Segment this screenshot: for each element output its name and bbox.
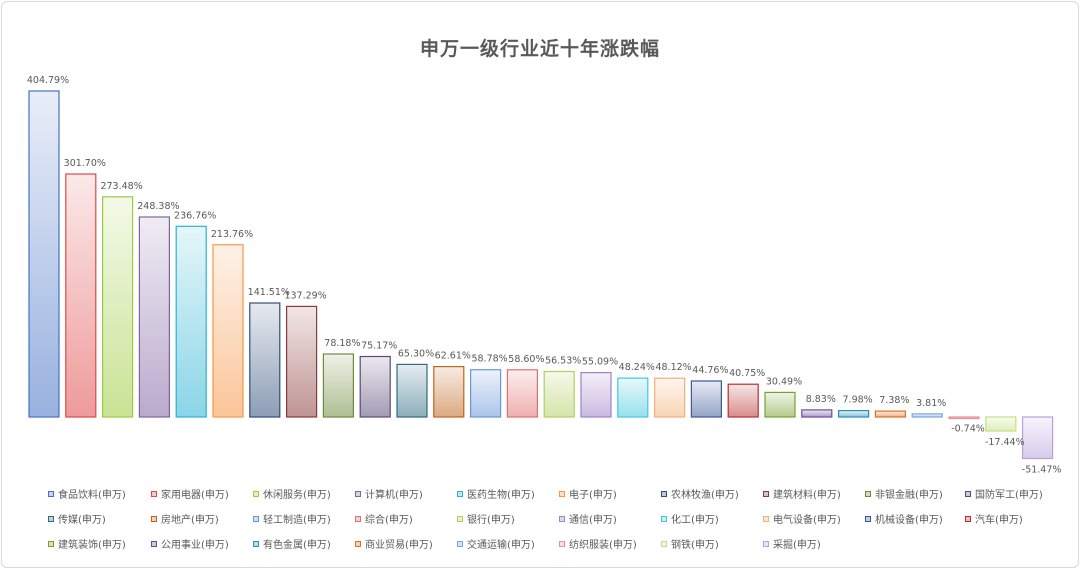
bar-21 (764, 391, 796, 418)
data-label-2: 301.70% (64, 158, 106, 169)
bar-18 (653, 377, 686, 418)
data-label-9: 78.18% (324, 338, 360, 349)
bar-22 (801, 409, 833, 418)
bar-4 (138, 216, 170, 418)
bar-14 (506, 369, 538, 418)
plot-area: 404.79%301.70%273.48%248.38%236.76%213.7… (27, 75, 1062, 476)
data-label-16: 55.09% (582, 357, 618, 368)
bar-7 (249, 302, 281, 418)
data-label-26: -0.74% (951, 424, 985, 435)
bar-6 (212, 244, 244, 418)
bar-5 (175, 225, 207, 418)
bar-3 (101, 196, 134, 418)
data-label-28: -51.47% (1022, 465, 1062, 476)
bar-26 (948, 416, 980, 420)
data-label-25: 3.81% (916, 398, 946, 409)
data-label-23: 7.98% (843, 395, 873, 406)
bar-2 (65, 173, 97, 418)
data-label-1: 404.79% (27, 75, 69, 86)
bar-19 (690, 380, 723, 418)
data-label-10: 75.17% (361, 341, 397, 352)
data-label-21: 30.49% (766, 376, 802, 387)
data-label-27: -17.44% (985, 437, 1025, 448)
bar-10 (359, 355, 391, 418)
data-label-8: 137.29% (284, 290, 326, 301)
data-label-20: 40.75% (729, 368, 765, 379)
data-label-22: 8.83% (806, 394, 836, 405)
data-label-15: 56.53% (545, 356, 581, 367)
data-label-12: 62.61% (435, 351, 471, 362)
bar-16 (580, 372, 612, 418)
bar-13 (470, 369, 502, 418)
bar-8 (286, 305, 318, 418)
bar-1 (28, 90, 60, 418)
bar-23 (837, 410, 870, 418)
data-label-3: 273.48% (100, 181, 142, 192)
data-label-14: 58.60% (508, 354, 544, 365)
bar-24 (874, 410, 907, 418)
data-label-17: 48.24% (619, 362, 655, 373)
data-label-13: 58.78% (471, 354, 507, 365)
bar-17 (617, 377, 649, 418)
bar-28 (1021, 416, 1054, 460)
data-label-18: 48.12% (655, 362, 691, 373)
bar-25 (911, 413, 943, 418)
bar-15 (543, 370, 575, 418)
data-label-11: 65.30% (398, 348, 434, 359)
data-label-5: 236.76% (174, 210, 216, 221)
bar-9 (322, 353, 354, 418)
bar-27 (985, 416, 1017, 432)
bar-12 (433, 366, 465, 418)
bar-11 (396, 363, 428, 418)
data-label-19: 44.76% (692, 365, 728, 376)
bar-20 (727, 383, 759, 418)
data-label-6: 213.76% (211, 229, 253, 240)
data-label-24: 7.38% (879, 395, 909, 406)
